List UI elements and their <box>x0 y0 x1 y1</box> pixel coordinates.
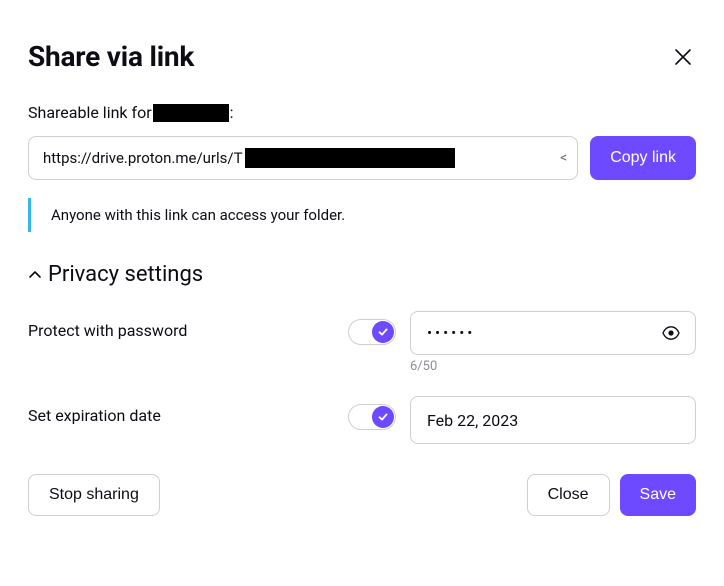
expiration-date-label: Set expiration date <box>28 396 348 425</box>
toggle-knob <box>372 321 394 343</box>
copy-link-button[interactable]: Copy link <box>590 136 696 180</box>
chevron-up-icon <box>28 268 42 282</box>
share-link-trailing: < <box>560 150 567 166</box>
password-toggle[interactable] <box>348 319 396 345</box>
reveal-password-button[interactable] <box>657 312 685 354</box>
expiration-toggle[interactable] <box>348 404 396 430</box>
save-button[interactable]: Save <box>620 474 696 516</box>
modal-title: Share via link <box>28 40 194 73</box>
share-link-text: https://drive.proton.me/urls/T <box>43 149 243 167</box>
privacy-settings-toggle[interactable]: Privacy settings <box>28 262 696 287</box>
info-banner: Anyone with this link can access your fo… <box>28 198 696 232</box>
stop-sharing-button[interactable]: Stop sharing <box>28 474 160 516</box>
expiration-date-input[interactable]: Feb 22, 2023 <box>410 396 696 444</box>
check-icon <box>377 411 389 423</box>
info-message: Anyone with this link can access your fo… <box>51 206 345 224</box>
password-masked-value: •••••• <box>427 324 475 342</box>
close-button[interactable]: Close <box>527 474 610 516</box>
shareable-link-for-label: Shareable link for: <box>28 103 696 122</box>
privacy-settings-title: Privacy settings <box>48 262 203 287</box>
close-icon-button[interactable] <box>670 44 696 70</box>
password-input[interactable]: •••••• <box>410 311 696 355</box>
subtitle-suffix: : <box>230 103 234 122</box>
eye-icon <box>661 323 681 343</box>
close-icon <box>674 48 692 66</box>
toggle-knob <box>372 406 394 428</box>
share-link-field[interactable]: https://drive.proton.me/urls/T < <box>28 136 578 180</box>
password-char-counter: 6/50 <box>410 359 696 374</box>
redacted-item-name <box>153 104 229 122</box>
subtitle-prefix: Shareable link for <box>28 103 152 122</box>
redacted-url-part <box>245 148 455 168</box>
expiration-date-value: Feb 22, 2023 <box>427 411 518 430</box>
protect-password-label: Protect with password <box>28 311 348 340</box>
check-icon <box>377 326 389 338</box>
